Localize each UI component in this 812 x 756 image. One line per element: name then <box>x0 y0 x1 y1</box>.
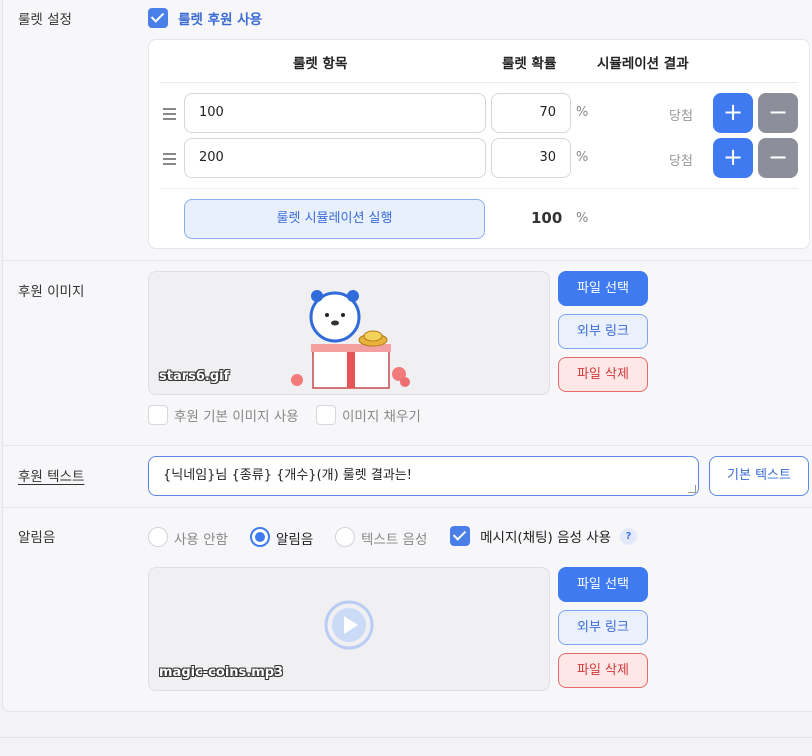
roulette-prob-input[interactable]: 30 <box>491 138 571 178</box>
table-divider <box>160 82 798 83</box>
section-divider <box>2 507 812 508</box>
image-filename: stars6.gif <box>159 369 230 384</box>
message-tts-checkbox[interactable]: 메시지(채팅) 음성 사용 <box>450 526 611 546</box>
add-row-button[interactable]: + <box>713 138 753 178</box>
sound-off-radio[interactable] <box>148 527 168 547</box>
sound-delete-file-button[interactable]: 파일 삭제 <box>558 653 648 688</box>
roulette-item-input[interactable]: 200 <box>184 138 486 178</box>
roulette-item-input[interactable]: 100 <box>184 93 486 133</box>
sound-select-file-button[interactable]: 파일 선택 <box>558 567 648 602</box>
default-text-button[interactable]: 기본 텍스트 <box>709 456 809 496</box>
header-sim-result: 시뮬레이션 결과 <box>597 56 689 72</box>
donation-text-label: 후원 텍스트 <box>18 469 85 485</box>
footer-divider <box>0 737 812 738</box>
checkbox-icon <box>316 405 336 425</box>
image-external-link-button[interactable]: 외부 링크 <box>558 314 648 349</box>
remove-row-button[interactable]: − <box>758 138 798 178</box>
help-icon[interactable]: ? <box>620 528 637 545</box>
table-divider <box>160 188 798 189</box>
play-icon[interactable] <box>323 599 375 651</box>
percent-unit: % <box>576 211 589 226</box>
drag-handle-icon[interactable] <box>163 153 176 168</box>
remove-row-button[interactable]: − <box>758 93 798 133</box>
probability-total: 100 <box>531 209 563 227</box>
sound-tts-radio[interactable] <box>335 527 355 547</box>
percent-unit: % <box>576 105 589 120</box>
resize-handle-icon[interactable] <box>688 485 696 493</box>
image-delete-file-button[interactable]: 파일 삭제 <box>558 357 648 392</box>
header-roulette-item: 룰렛 항목 <box>293 56 348 72</box>
donation-text-value: {닉네임}님 {종류} {개수}(개) 룰렛 결과는! <box>163 468 412 483</box>
sound-alert-radio[interactable] <box>250 527 270 547</box>
sim-result: 당첨 <box>669 154 693 169</box>
sound-filename: magic-coins.mp3 <box>159 665 284 680</box>
checkbox-icon <box>148 405 168 425</box>
roulette-enable-checkbox[interactable]: 룰렛 후원 사용 <box>148 8 262 28</box>
roulette-settings-label: 룰렛 설정 <box>18 12 72 28</box>
fill-image-label: 이미지 채우기 <box>342 409 421 425</box>
default-image-option[interactable]: 후원 기본 이미지 사용 <box>148 405 299 427</box>
mascot-image <box>291 290 410 389</box>
sound-alert-label: 알림음 <box>276 532 314 548</box>
header-roulette-prob: 룰렛 확률 <box>502 56 557 72</box>
sound-off-label: 사용 안함 <box>174 532 228 548</box>
section-divider <box>2 260 812 261</box>
image-select-file-button[interactable]: 파일 선택 <box>558 271 648 306</box>
sim-result: 당첨 <box>669 109 693 124</box>
message-tts-label: 메시지(채팅) 음성 사용 <box>480 530 612 546</box>
section-divider <box>2 445 812 446</box>
alert-sound-label: 알림음 <box>18 530 56 546</box>
donation-text-input[interactable]: {닉네임}님 {종류} {개수}(개) 룰렛 결과는! <box>148 456 699 496</box>
default-image-label: 후원 기본 이미지 사용 <box>174 409 299 425</box>
checkbox-checked-icon <box>450 526 470 546</box>
roulette-prob-input[interactable]: 70 <box>491 93 571 133</box>
fill-image-option[interactable]: 이미지 채우기 <box>316 405 421 427</box>
donation-image-label: 후원 이미지 <box>18 284 85 300</box>
percent-unit: % <box>576 150 589 165</box>
sound-external-link-button[interactable]: 외부 링크 <box>558 610 648 645</box>
sound-preview: magic-coins.mp3 <box>148 567 550 691</box>
add-row-button[interactable]: + <box>713 93 753 133</box>
simulate-roulette-button[interactable]: 룰렛 시뮬레이션 실행 <box>184 199 485 239</box>
sound-tts-label: 텍스트 음성 <box>361 532 428 548</box>
roulette-enable-label: 룰렛 후원 사용 <box>178 12 263 28</box>
image-preview: stars6.gif <box>148 271 550 395</box>
drag-handle-icon[interactable] <box>163 108 176 123</box>
checkbox-checked-icon <box>148 8 168 28</box>
